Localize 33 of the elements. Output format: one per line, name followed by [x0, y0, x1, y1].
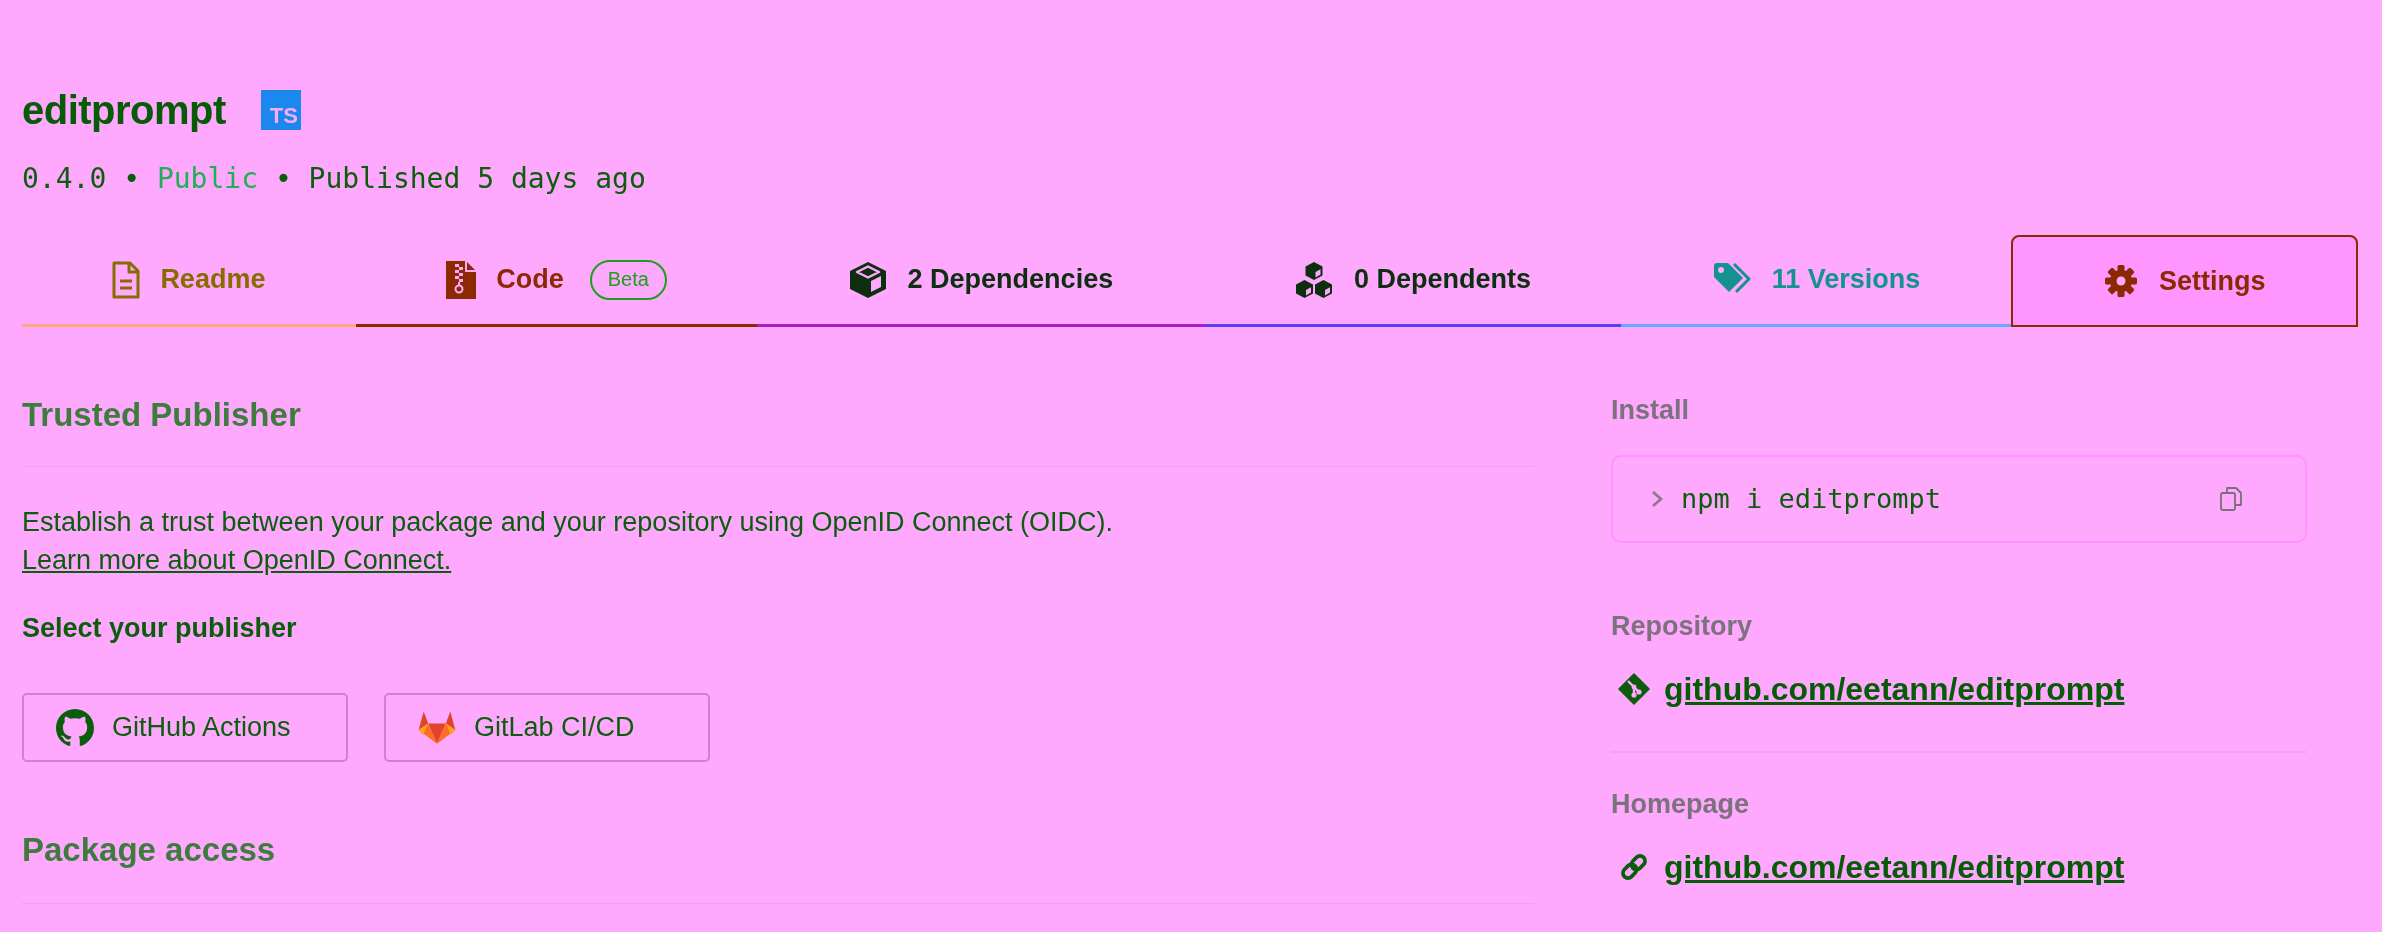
publisher-button[interactable]: GitLab CI/CD [384, 693, 710, 762]
github-icon [56, 708, 94, 747]
section-title: Trusted Publisher [22, 395, 301, 435]
tab[interactable]: Settings [2010, 235, 2358, 327]
publisher-button[interactable]: GitHub Actions [22, 693, 348, 762]
gitlab-icon [418, 709, 456, 746]
tab[interactable]: 2 Dependencies [757, 235, 1204, 327]
section-label: Homepage [1611, 788, 1750, 821]
homepage-link[interactable]: github.com/eetann/editprompt [1664, 845, 2125, 889]
package-title: editprompt [22, 87, 226, 134]
publisher-prompt: Select your publisher [22, 612, 297, 645]
cube-icon [847, 260, 888, 299]
document-icon [112, 260, 141, 299]
beta-badge: Beta [589, 259, 667, 300]
learn-more-link[interactable]: Learn more about OpenID Connect. [22, 541, 452, 579]
gear-icon [2103, 263, 2140, 299]
ts-badge: TS [260, 90, 301, 130]
section-title: Package access [22, 830, 276, 870]
tab[interactable]: Code Beta [355, 235, 758, 327]
zip-file-icon [446, 260, 477, 299]
repository-link[interactable]: github.com/eetann/editprompt [1664, 667, 2125, 711]
copy-icon[interactable] [2219, 486, 2243, 512]
chevron-icon [1651, 490, 1663, 508]
link-icon [1618, 851, 1650, 883]
cubes-icon [1293, 260, 1334, 299]
section-label: Install [1611, 394, 1690, 427]
tab[interactable]: 0 Dependents [1203, 235, 1622, 327]
install-command: npm i editprompt [1681, 482, 1942, 516]
package-meta: 0.4.0 • Public • Published 5 days ago [22, 162, 646, 196]
section-label: Repository [1611, 610, 1753, 643]
tab[interactable]: Readme [22, 235, 356, 327]
git-icon [1618, 673, 1650, 705]
description-text: Establish a trust between your package and your repository using OpenID Connect (OIDC). [22, 506, 1114, 539]
